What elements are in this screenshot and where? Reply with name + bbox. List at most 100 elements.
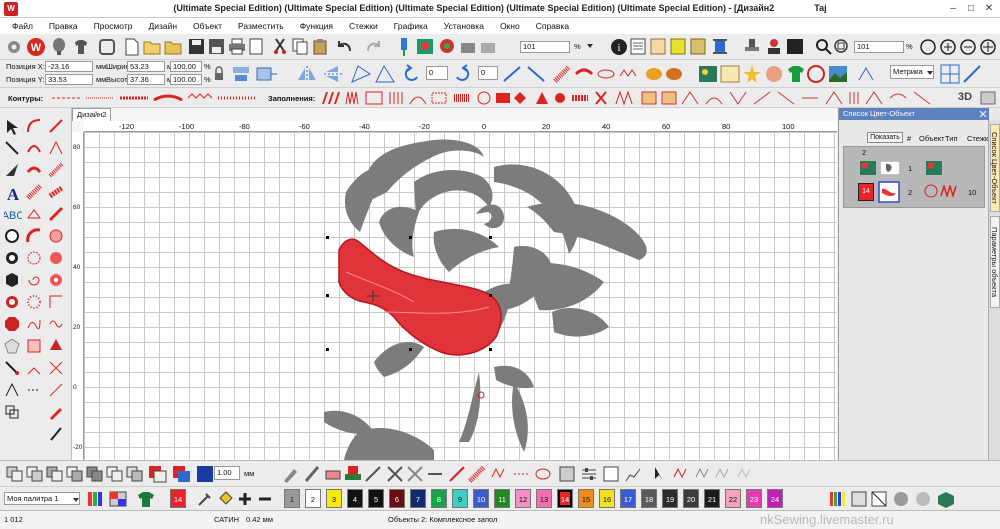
picture-icon[interactable]: [698, 64, 718, 84]
knife-icon[interactable]: [4, 162, 20, 178]
send-to-machine-icon[interactable]: [480, 38, 496, 55]
needle-point-icon[interactable]: [4, 360, 20, 376]
remove-color-icon[interactable]: [258, 490, 272, 508]
circular-motif-icon[interactable]: [26, 294, 42, 310]
palette-swatch-11[interactable]: 11: [494, 489, 510, 508]
rotate-left-icon[interactable]: [402, 64, 422, 84]
lettering-icon[interactable]: A: [4, 184, 22, 202]
height-input[interactable]: 37.36: [127, 74, 165, 85]
menu-stitches[interactable]: Стежки: [341, 21, 386, 31]
menu-help[interactable]: Справка: [528, 21, 577, 31]
design-info-icon[interactable]: [416, 38, 434, 55]
scale-width-input[interactable]: 100.00: [170, 61, 202, 72]
eyedropper-icon[interactable]: [196, 490, 214, 508]
needle-icon[interactable]: [48, 426, 64, 442]
gradient-fill-icon[interactable]: [26, 338, 42, 354]
red-petal-embroidery[interactable]: [338, 238, 502, 356]
outline-color-icon[interactable]: [172, 465, 192, 483]
reshape-nodes-icon[interactable]: [4, 140, 20, 156]
pos-x-input[interactable]: -23.16: [45, 61, 93, 72]
shape-tool-4-icon[interactable]: [66, 466, 84, 482]
applique-icon[interactable]: [720, 64, 740, 84]
contour-types-strip[interactable]: [50, 92, 260, 104]
stitch-effects-strip[interactable]: [640, 90, 940, 106]
chevron-down-icon[interactable]: [72, 496, 80, 504]
open-recent-icon[interactable]: [164, 39, 182, 55]
sequence-icon[interactable]: [602, 465, 620, 483]
octagon-shape-icon[interactable]: [4, 316, 20, 332]
align-icon[interactable]: [232, 65, 250, 83]
loop-icon[interactable]: [534, 465, 552, 483]
rotate-stitch-icon[interactable]: [714, 465, 732, 483]
circle-shape-icon[interactable]: [4, 228, 20, 244]
shape-tool-1-icon[interactable]: [6, 466, 24, 482]
resize-icon[interactable]: [256, 65, 278, 83]
measure-icon[interactable]: [962, 64, 982, 84]
hoop-red-icon[interactable]: [806, 64, 826, 84]
shirt-color-icon[interactable]: [136, 490, 156, 508]
machine-icon[interactable]: [460, 38, 476, 55]
palette-swatch-10[interactable]: 10: [473, 489, 489, 508]
maximize-button[interactable]: □: [962, 1, 980, 16]
layers-icon[interactable]: [558, 465, 576, 483]
connector-icon[interactable]: [26, 382, 42, 398]
shirt-icon[interactable]: [72, 38, 90, 56]
satin-stitch-icon[interactable]: [552, 64, 572, 84]
scissors-motif-icon[interactable]: [48, 360, 64, 376]
hot-air-balloon-icon[interactable]: [50, 38, 68, 56]
menu-edit[interactable]: Правка: [41, 21, 86, 31]
palette-swatch-8[interactable]: 8: [431, 489, 447, 508]
menu-design[interactable]: Дизайн: [140, 21, 185, 31]
zoom-out-icon[interactable]: [960, 39, 976, 55]
print-preview-icon[interactable]: [248, 38, 264, 55]
design-grid[interactable]: [84, 132, 837, 460]
palette-swatch-2[interactable]: 2: [305, 489, 321, 508]
zoom-box-icon[interactable]: [834, 39, 850, 55]
zoom-input-2[interactable]: 101: [854, 41, 904, 53]
thread-rack-icon[interactable]: [828, 490, 848, 508]
view-toggle-icon[interactable]: [980, 91, 996, 105]
menu-setup[interactable]: Установка: [436, 21, 492, 31]
color-chart-icon[interactable]: [650, 38, 666, 55]
thread-chart-icon[interactable]: [670, 38, 686, 55]
wave-fill-icon[interactable]: [664, 64, 684, 84]
settings-icon[interactable]: [6, 39, 22, 55]
join-icon[interactable]: [426, 465, 444, 483]
palette-swatch-24[interactable]: 24: [767, 489, 783, 508]
run-stitch-icon[interactable]: [512, 465, 530, 483]
star-shape-icon[interactable]: [742, 64, 762, 84]
skew-angle-input[interactable]: 0: [478, 66, 498, 80]
knife-cut-icon[interactable]: [364, 465, 382, 483]
shape-tool-3-icon[interactable]: [46, 466, 64, 482]
object-thumbnail-2[interactable]: [878, 181, 900, 203]
menu-file[interactable]: Файл: [4, 21, 41, 31]
hoop-circle-icon[interactable]: [914, 490, 932, 508]
document-tab[interactable]: Дизайн2: [72, 108, 112, 121]
background-icon[interactable]: [892, 490, 910, 508]
select-stitch-icon[interactable]: [652, 465, 670, 483]
pos-y-input[interactable]: 33.53: [45, 74, 93, 85]
zigzag-gray-icon[interactable]: [736, 465, 754, 483]
palette-swatch-17[interactable]: 17: [620, 489, 636, 508]
menu-graphics[interactable]: Графика: [386, 21, 436, 31]
manual-stitch-icon[interactable]: [694, 465, 712, 483]
palette-swatch-13[interactable]: 13: [536, 489, 552, 508]
pen-icon[interactable]: [48, 404, 64, 420]
cut-icon[interactable]: [272, 38, 288, 55]
no-color-icon[interactable]: [870, 490, 888, 508]
pencil-icon[interactable]: [282, 465, 300, 483]
radial-fill-icon[interactable]: [26, 250, 42, 266]
copy-icon[interactable]: [292, 38, 308, 55]
tree-icon[interactable]: [48, 338, 64, 354]
freehand-icon[interactable]: [26, 316, 42, 332]
contour-stitch-icon[interactable]: [596, 64, 616, 84]
palette-swatch-1[interactable]: 1: [284, 489, 300, 508]
paste-icon[interactable]: [312, 38, 328, 55]
current-color-swatch[interactable]: 14: [170, 489, 186, 508]
satin-red-icon[interactable]: [468, 465, 486, 483]
palette-swatch-12[interactable]: 12: [515, 489, 531, 508]
palette-swatch-20[interactable]: 20: [683, 489, 699, 508]
user-profile-icon[interactable]: [766, 38, 782, 55]
mirror-horizontal-icon[interactable]: [296, 64, 318, 84]
photo-icon[interactable]: [828, 64, 848, 84]
